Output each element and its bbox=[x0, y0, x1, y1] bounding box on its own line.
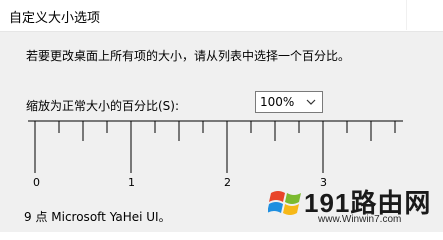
ruler-number-1: 1 bbox=[128, 176, 135, 189]
scale-dropdown[interactable]: 100% bbox=[255, 91, 323, 113]
ruler-number-2: 2 bbox=[224, 176, 231, 189]
instruction-text: 若要更改桌面上所有项的大小，请从列表中选择一个百分比。 bbox=[26, 49, 351, 63]
scale-dropdown-value: 100% bbox=[260, 95, 295, 109]
close-button[interactable] bbox=[406, 0, 443, 30]
watermark-url: www.Winwin7.com bbox=[318, 214, 402, 225]
chevron-down-icon bbox=[306, 99, 316, 105]
ruler-number-0: 0 bbox=[33, 176, 40, 189]
dialog-body: 若要更改桌面上所有项的大小，请从列表中选择一个百分比。 缩放为正常大小的百分比(… bbox=[0, 32, 443, 232]
scale-label: 缩放为正常大小的百分比(S): bbox=[26, 99, 180, 113]
window-title: 自定义大小选项 bbox=[9, 11, 101, 26]
watermark: 191路由网 www.Winwin7.com bbox=[258, 179, 443, 229]
title-bar: 自定义大小选项 bbox=[0, 0, 443, 32]
font-info-text: 9 点 Microsoft YaHei UI。 bbox=[24, 210, 171, 224]
windows-flag-logo-icon bbox=[268, 191, 301, 215]
